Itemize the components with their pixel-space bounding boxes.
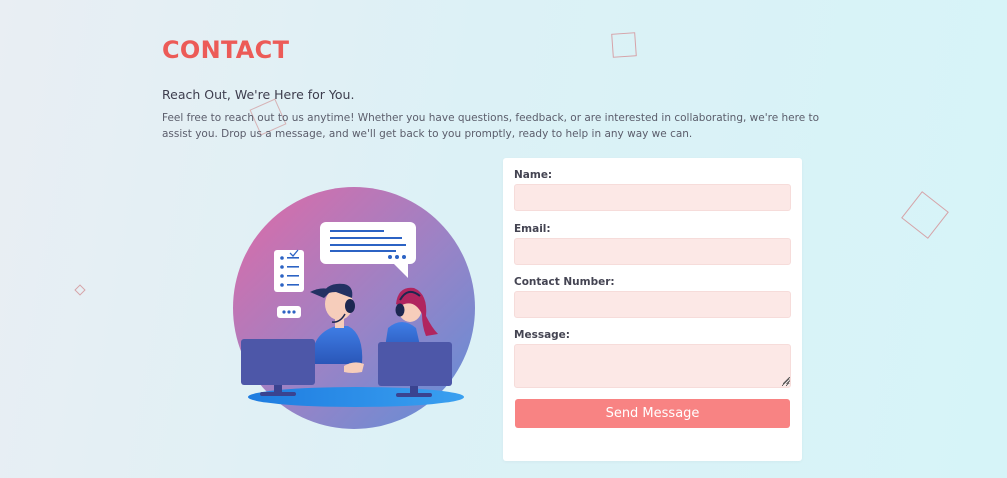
name-label: Name: (514, 169, 553, 181)
intro-text: Feel free to reach out to us anytime! Wh… (162, 112, 820, 140)
send-message-button[interactable]: Send Message (515, 399, 790, 428)
decorative-diamond (74, 284, 86, 296)
name-input[interactable] (514, 184, 791, 211)
contact-form: Name: Email: Contact Number: Message: Se… (503, 158, 802, 461)
customer-support-illustration (233, 187, 475, 429)
email-label: Email: (514, 223, 551, 235)
contact-number-input[interactable] (514, 291, 791, 318)
decorative-square (611, 32, 637, 58)
email-input[interactable] (514, 238, 791, 265)
chat-bubble-icon (277, 306, 301, 318)
page-subtitle: Reach Out, We're Here for You. (162, 87, 355, 102)
decorative-square (901, 191, 949, 239)
contact-number-label: Contact Number: (514, 276, 615, 288)
page-title: CONTACT (162, 36, 290, 64)
checklist-icon (274, 249, 304, 292)
message-textarea[interactable] (514, 344, 791, 388)
message-label: Message: (514, 329, 570, 341)
